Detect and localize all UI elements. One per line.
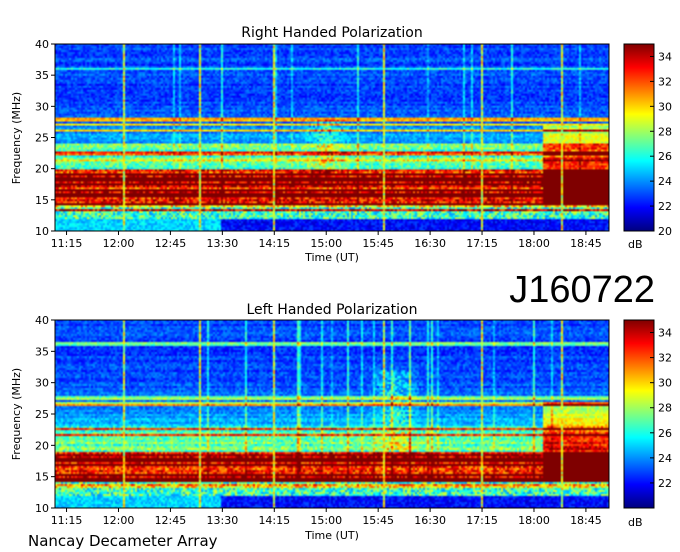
x-tick-label-0: 11:15 xyxy=(51,237,83,250)
x-tick-label-9: 18:00 xyxy=(518,514,550,527)
x-tick-label-5: 15:00 xyxy=(310,237,342,250)
y-tick-label-6: 40 xyxy=(35,38,49,51)
x-tick-label-6: 15:45 xyxy=(362,514,394,527)
y-tick-label-4: 30 xyxy=(35,377,49,390)
colorbar-label-left: dB xyxy=(628,516,643,529)
panel-right: Right Handed Polarization 11:15 12:00 12:4… xyxy=(10,25,672,264)
heatmap-image-right xyxy=(55,44,609,231)
y-tick-label-6: 40 xyxy=(35,314,49,327)
x-tick-label-8: 17:15 xyxy=(466,237,498,250)
colorbar-tick-label-5: 32 xyxy=(658,352,672,365)
colorbar-tick-label-2: 24 xyxy=(658,175,672,188)
heatmap-left xyxy=(54,319,610,509)
x-tick-label-6: 15:45 xyxy=(362,237,394,250)
colorbar-gradient-left xyxy=(623,319,655,509)
x-tick-label-8: 17:15 xyxy=(466,514,498,527)
x-tick-label-9: 18:00 xyxy=(518,237,550,250)
x-tick-label-1: 12:00 xyxy=(103,514,135,527)
x-tick-label-10: 18:45 xyxy=(570,237,602,250)
heatmap-right xyxy=(54,43,610,232)
chart-title-left: Left Handed Polarization xyxy=(247,302,418,318)
y-axis-label-right: Frequency (MHz) xyxy=(10,92,23,184)
y-tick-label-3: 25 xyxy=(35,132,49,145)
heatmap-image-left xyxy=(55,320,609,508)
x-axis-label-right: Time (UT) xyxy=(304,251,359,264)
y-tick-label-0: 10 xyxy=(35,225,49,238)
x-tick-label-2: 12:45 xyxy=(155,514,187,527)
x-axis-label-left: Time (UT) xyxy=(304,529,359,542)
x-tick-label-7: 16:30 xyxy=(414,514,446,527)
y-tick-label-5: 35 xyxy=(35,345,49,358)
colorbar-tick-label-7: 34 xyxy=(658,50,672,63)
colorbar-tick-label-6: 32 xyxy=(658,75,672,88)
y-tick-label-1: 15 xyxy=(35,194,49,207)
colorbar-tick-label-5: 30 xyxy=(658,100,672,113)
colorbar-tick-label-4: 28 xyxy=(658,125,672,138)
x-tick-label-1: 12:00 xyxy=(103,237,135,250)
colorbar-tick-label-3: 26 xyxy=(658,150,672,163)
colorbar-tick-label-1: 22 xyxy=(658,200,672,213)
x-tick-label-3: 13:30 xyxy=(207,237,239,250)
instrument-label: Nancay Decameter Array xyxy=(28,532,218,550)
colorbar-tick-label-6: 34 xyxy=(658,327,672,340)
colorbar-tick-label-0: 22 xyxy=(658,477,672,490)
x-tick-label-5: 15:00 xyxy=(310,514,342,527)
x-tick-label-7: 16:30 xyxy=(414,237,446,250)
x-tick-label-4: 14:15 xyxy=(258,514,290,527)
panel-left: Left Handed Polarization 11:15 12:00 12:45… xyxy=(10,302,672,542)
y-tick-label-3: 25 xyxy=(35,408,49,421)
colorbar-right: 20 22 24 26 28 30 32 34 dB xyxy=(623,43,672,251)
colorbar-label-right: dB xyxy=(628,238,643,251)
colorbar-tick-label-4: 30 xyxy=(658,377,672,390)
colorbar-gradient-right xyxy=(623,43,655,232)
y-tick-label-0: 10 xyxy=(35,502,49,515)
x-tick-label-10: 18:45 xyxy=(570,514,602,527)
x-tick-label-4: 14:15 xyxy=(258,237,290,250)
x-tick-label-3: 13:30 xyxy=(207,514,239,527)
y-tick-label-2: 20 xyxy=(35,439,49,452)
y-axis-label-left: Frequency (MHz) xyxy=(10,368,23,460)
colorbar-tick-label-2: 26 xyxy=(658,427,672,440)
y-tick-label-4: 30 xyxy=(35,100,49,113)
dynamic-spectrum-figure: Right Handed Polarization 11:15 12:00 12:4… xyxy=(10,25,672,550)
x-tick-label-2: 12:45 xyxy=(155,237,187,250)
observation-id: J160722 xyxy=(509,269,655,311)
colorbar-tick-label-1: 24 xyxy=(658,452,672,465)
x-tick-label-0: 11:15 xyxy=(51,514,83,527)
y-tick-label-1: 15 xyxy=(35,471,49,484)
colorbar-tick-label-3: 28 xyxy=(658,402,672,415)
colorbar-left: 22 24 26 28 30 32 34 dB xyxy=(623,319,672,529)
colorbar-tick-label-0: 20 xyxy=(658,225,672,238)
y-tick-label-5: 35 xyxy=(35,69,49,82)
chart-title-right: Right Handed Polarization xyxy=(241,25,423,41)
y-tick-label-2: 20 xyxy=(35,163,49,176)
